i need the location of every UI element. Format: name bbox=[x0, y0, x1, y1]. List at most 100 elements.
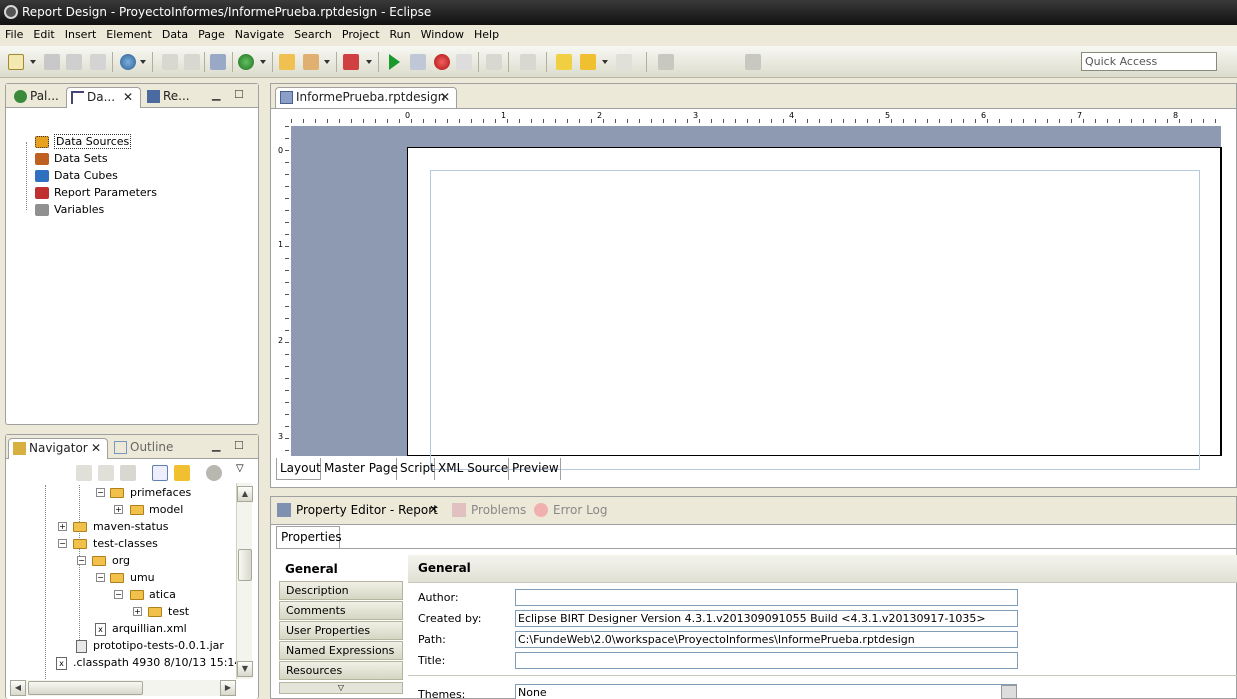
tab-informe-prueba[interactable]: InformePrueba.rptdesign ✕ bbox=[275, 87, 457, 108]
run-dropdown-icon[interactable] bbox=[260, 60, 266, 64]
globe-icon[interactable] bbox=[120, 54, 136, 70]
tools-icon[interactable] bbox=[303, 54, 319, 70]
link-editor-icon[interactable] bbox=[174, 465, 190, 481]
path-field[interactable]: C:\FundeWeb\2.0\workspace\ProyectoInform… bbox=[515, 631, 1018, 648]
side-scroll-down-icon[interactable]: ▽ bbox=[279, 682, 403, 694]
print-icon[interactable] bbox=[90, 54, 106, 70]
filter-icon[interactable] bbox=[206, 465, 222, 481]
nav-item-model[interactable]: model bbox=[149, 503, 183, 517]
nav-item-test-classes[interactable]: test-classes bbox=[93, 537, 158, 551]
navigator-vscrollbar[interactable]: ▲ ▼ bbox=[236, 483, 253, 679]
menu-insert[interactable]: Insert bbox=[60, 25, 102, 45]
expand-icon[interactable]: + bbox=[133, 607, 142, 616]
tab-property-editor[interactable]: Property Editor - Report bbox=[274, 501, 444, 519]
navigator-hscrollbar[interactable]: ◀ ▶ bbox=[10, 680, 236, 696]
open-folder-icon[interactable] bbox=[279, 54, 295, 70]
tab-layout[interactable]: Layout bbox=[276, 458, 321, 480]
new-dropdown-icon[interactable] bbox=[30, 60, 36, 64]
collapse-icon[interactable]: − bbox=[96, 488, 105, 497]
collapse-all-icon[interactable] bbox=[152, 465, 168, 481]
tab-resource-explorer[interactable]: Re... bbox=[143, 87, 203, 108]
view-menu-icon[interactable]: ▽ bbox=[236, 463, 244, 474]
tab-problems[interactable]: Problems bbox=[449, 501, 526, 519]
tab-properties[interactable]: Properties bbox=[276, 526, 342, 548]
scroll-thumb[interactable] bbox=[238, 549, 252, 581]
close-icon[interactable]: ✕ bbox=[429, 503, 438, 516]
scroll-left-icon[interactable]: ◀ bbox=[10, 680, 26, 696]
nav-item-umu[interactable]: umu bbox=[130, 571, 155, 585]
menu-run[interactable]: Run bbox=[385, 25, 416, 45]
nav-item-maven-status[interactable]: maven-status bbox=[93, 520, 168, 534]
step-icon[interactable] bbox=[410, 54, 426, 70]
menu-project[interactable]: Project bbox=[337, 25, 385, 45]
debug-icon[interactable] bbox=[343, 54, 359, 70]
minimize-icon[interactable]: ▁ bbox=[212, 439, 220, 452]
title-field[interactable] bbox=[515, 652, 1018, 669]
tree-item-variables[interactable]: Variables bbox=[34, 202, 104, 218]
tab-palette[interactable]: Pal... bbox=[10, 87, 66, 108]
resume-icon[interactable] bbox=[389, 54, 400, 70]
side-comments[interactable]: Comments bbox=[279, 601, 403, 620]
scroll-up-icon[interactable]: ▲ bbox=[237, 486, 253, 502]
debug-dropdown-icon[interactable] bbox=[366, 60, 372, 64]
forward-icon[interactable] bbox=[98, 465, 114, 481]
report-page[interactable] bbox=[407, 147, 1222, 470]
created-by-field[interactable]: Eclipse BIRT Designer Version 4.3.1.v201… bbox=[515, 610, 1018, 627]
menu-navigate[interactable]: Navigate bbox=[230, 25, 289, 45]
nav-item-prototipo-jar[interactable]: prototipo-tests-0.0.1.jar bbox=[93, 639, 224, 653]
home-icon[interactable] bbox=[120, 465, 136, 481]
back-icon[interactable] bbox=[76, 465, 92, 481]
tab-xml-source[interactable]: XML Source bbox=[435, 458, 509, 480]
tree-item-data-sources[interactable]: Data Sources bbox=[34, 134, 132, 150]
collapse-icon[interactable]: − bbox=[114, 590, 123, 599]
tab-preview[interactable]: Preview bbox=[509, 458, 561, 480]
tools-dropdown-icon[interactable] bbox=[324, 60, 330, 64]
report-icon[interactable] bbox=[210, 54, 226, 70]
pointer-icon[interactable] bbox=[745, 54, 761, 70]
back-icon[interactable] bbox=[580, 54, 596, 70]
side-description[interactable]: Description bbox=[279, 581, 403, 600]
expand-icon[interactable]: + bbox=[58, 522, 67, 531]
nav-item-primefaces[interactable]: primefaces bbox=[130, 486, 191, 500]
collapse-icon[interactable]: − bbox=[77, 556, 86, 565]
side-resources[interactable]: Resources bbox=[279, 661, 403, 680]
new-icon[interactable] bbox=[8, 54, 24, 70]
expand-icon[interactable]: + bbox=[114, 505, 123, 514]
nav-item-test[interactable]: test bbox=[168, 605, 189, 619]
menu-page[interactable]: Page bbox=[193, 25, 230, 45]
tab-error-log[interactable]: Error Log bbox=[531, 501, 608, 519]
nav-item-atica[interactable]: atica bbox=[149, 588, 176, 602]
menu-file[interactable]: File bbox=[0, 25, 28, 45]
back-dropdown-icon[interactable] bbox=[602, 60, 608, 64]
collapse-icon[interactable]: − bbox=[96, 573, 105, 582]
tab-data-explorer[interactable]: Da... ✕ bbox=[66, 87, 141, 108]
redo-icon[interactable] bbox=[184, 54, 200, 70]
nav-item-classpath[interactable]: .classpath 4930 8/10/13 15:14 ju bbox=[73, 656, 241, 670]
tab-navigator[interactable]: Navigator ✕ bbox=[8, 438, 108, 459]
tree-item-report-parameters[interactable]: Report Parameters bbox=[34, 185, 157, 201]
save-icon[interactable] bbox=[44, 54, 60, 70]
step-over-icon[interactable] bbox=[520, 54, 536, 70]
nav-item-org[interactable]: org bbox=[112, 554, 130, 568]
quick-access-input[interactable]: Quick Access bbox=[1081, 52, 1217, 71]
step-into-icon[interactable] bbox=[486, 54, 502, 70]
menu-data[interactable]: Data bbox=[157, 25, 193, 45]
forward-icon[interactable] bbox=[616, 54, 632, 70]
last-edit-icon[interactable] bbox=[556, 54, 572, 70]
globe-dropdown-icon[interactable] bbox=[140, 60, 146, 64]
close-icon[interactable]: ✕ bbox=[91, 439, 101, 458]
side-named-expressions[interactable]: Named Expressions bbox=[279, 641, 403, 660]
maximize-icon[interactable]: ☐ bbox=[234, 88, 244, 101]
minimize-icon[interactable]: ▁ bbox=[212, 88, 220, 101]
menu-search[interactable]: Search bbox=[289, 25, 337, 45]
pin-icon[interactable] bbox=[658, 54, 674, 70]
scroll-thumb[interactable] bbox=[28, 681, 143, 695]
menu-element[interactable]: Element bbox=[101, 25, 157, 45]
menu-edit[interactable]: Edit bbox=[28, 25, 59, 45]
themes-dropdown-icon[interactable] bbox=[1001, 685, 1017, 699]
tree-item-data-cubes[interactable]: Data Cubes bbox=[34, 168, 118, 184]
themes-select[interactable]: None bbox=[515, 684, 1017, 699]
menu-help[interactable]: Help bbox=[469, 25, 504, 45]
stop-icon[interactable] bbox=[434, 54, 450, 70]
tab-master-page[interactable]: Master Page bbox=[321, 458, 398, 480]
